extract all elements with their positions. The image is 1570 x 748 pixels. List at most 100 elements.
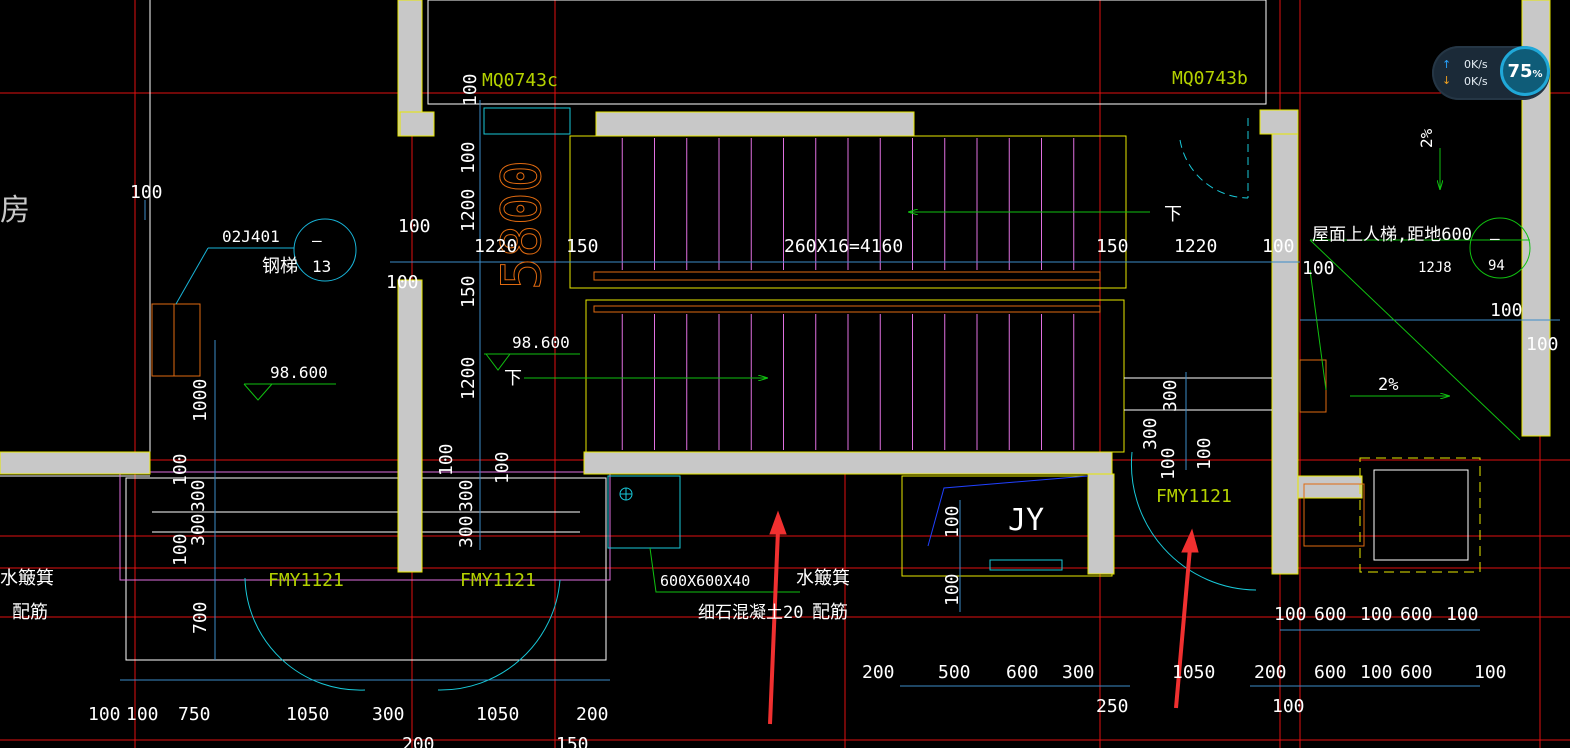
network-speed-widget[interactable]: ↑ 0K/s ↓ 0K/s 75% [1432, 46, 1550, 100]
dim-text: 100 [458, 141, 479, 174]
leaders [175, 148, 1530, 593]
dim-text: 150 [458, 275, 479, 308]
dim-text: 1200 [458, 189, 479, 232]
usage-percent-sign: % [1532, 68, 1543, 80]
dim-text: 100 [130, 182, 163, 203]
upload-arrow-icon: ↑ [1442, 58, 1452, 71]
door-label-mq0743b[interactable]: MQ0743b [1172, 68, 1248, 89]
dimension-5800: 5800 [490, 160, 553, 290]
dim-text: 100 [1194, 437, 1215, 470]
door-label-fmy1121-mid[interactable]: FMY1121 [460, 570, 536, 591]
slope-top: 2% [1417, 128, 1436, 148]
dim-text: 100 [386, 272, 419, 293]
dim-text: 100 [398, 216, 431, 237]
dim-text: 100 [492, 451, 513, 484]
grate-label-left: 水簸箕 [0, 568, 54, 589]
upload-rate: 0K/s [1464, 58, 1488, 71]
detail-ref-name: 钢梯 [262, 256, 298, 277]
dim-text: 600 [1314, 604, 1347, 625]
dim-text: 150 [1096, 236, 1129, 257]
detail-ref-dash: – [312, 231, 322, 250]
dim-text: 100 [1490, 300, 1523, 321]
pit-concrete: 细石混凝土20 [698, 603, 803, 623]
dim-text: 100 [1274, 604, 1307, 625]
detail-ref-code: 02J401 [222, 227, 280, 246]
download-rate: 0K/s [1464, 75, 1488, 88]
dim-text: 100 [942, 573, 963, 606]
elevation-left: 98.600 [270, 363, 328, 382]
dim-text: 100 [1272, 696, 1305, 717]
dim-text: 100 [1360, 662, 1393, 683]
dim-text: 200 [1254, 662, 1287, 683]
dim-text: 100 [436, 443, 457, 476]
dim-text: 200 [402, 734, 435, 748]
dim-text: 300 [1160, 379, 1181, 412]
dim-text: 100 [1262, 236, 1295, 257]
dim-text: 100 [1158, 447, 1179, 480]
cyan-details [244, 107, 1531, 691]
dim-text: 100 [126, 704, 159, 725]
dim-text: 750 [178, 704, 211, 725]
dim-text: 300 [188, 513, 209, 546]
dim-text: 600 [1400, 604, 1433, 625]
room-name-fragment: 房 [0, 193, 30, 228]
walls [0, 0, 1551, 575]
rebar-label-left: 配筋 [12, 602, 48, 623]
window-symbols [151, 303, 1327, 413]
door-label-mq0743c[interactable]: MQ0743c [482, 70, 558, 91]
usage-percent-value: 75 [1507, 60, 1533, 82]
door-label-fmy1121-right[interactable]: FMY1121 [1156, 486, 1232, 507]
dim-text: 200 [576, 704, 609, 725]
stair-formula: 260X16=4160 [784, 236, 903, 257]
dim-text: 1050 [1172, 662, 1215, 683]
roof-ladder-note: 屋面上人梯,距地600 [1312, 225, 1472, 245]
dim-text: 500 [938, 662, 971, 683]
dim-text: 1000 [190, 379, 211, 422]
dim-text: 100 [942, 505, 963, 538]
slope-right: 2% [1378, 375, 1398, 395]
elevation-mid: 98.600 [512, 333, 570, 352]
dim-text: 300 [456, 515, 477, 548]
dim-text: 700 [190, 601, 211, 634]
dim-text: 300 [188, 479, 209, 512]
room-jy: JY [1008, 503, 1044, 538]
dim-text: 100 [1360, 604, 1393, 625]
usage-percent-ring[interactable]: 75% [1500, 46, 1550, 96]
dim-text: 100 [1446, 604, 1479, 625]
dim-text: 300 [372, 704, 405, 725]
pit-size: 600X600X40 [660, 572, 750, 590]
dim-text: 150 [566, 236, 599, 257]
dim-text: 100 [1526, 334, 1559, 355]
dim-text: 1200 [458, 357, 479, 400]
dimension-lines [120, 100, 1560, 687]
dim-text: 1050 [286, 704, 329, 725]
dim-text: 600 [1400, 662, 1433, 683]
dim-text: 100 [460, 73, 481, 106]
dim-text: 300 [456, 479, 477, 512]
download-arrow-icon: ↓ [1442, 74, 1452, 87]
dim-text: 300 [1062, 662, 1095, 683]
dim-text: 600 [1006, 662, 1039, 683]
ladder-ref-code: 12J8 [1418, 260, 1452, 276]
dim-text: 1220 [1174, 236, 1217, 257]
dim-text: 100 [170, 533, 191, 566]
grate-label-right: 水簸箕 [796, 568, 850, 589]
stair-down-top: 下 [1164, 204, 1182, 225]
cad-drawing-canvas[interactable]: 房 MQ0743c MQ0743b FMY1121 FMY1121 FMY112… [0, 0, 1570, 748]
dim-text: 150 [556, 734, 589, 748]
dim-text: 100 [1302, 258, 1335, 279]
detail-ref-number: 13 [312, 257, 331, 276]
rebar-label-right: 配筋 [812, 602, 848, 623]
dim-text: 1050 [476, 704, 519, 725]
dim-text: 600 [1314, 662, 1347, 683]
dim-text: 300 [1140, 417, 1161, 450]
door-label-fmy1121-left[interactable]: FMY1121 [268, 570, 344, 591]
stair-down-left: 下 [504, 368, 522, 389]
ladder-ref-dash: – [1490, 229, 1500, 248]
dim-text: 1220 [474, 236, 517, 257]
dim-text: 100 [1474, 662, 1507, 683]
dim-text: 200 [862, 662, 895, 683]
ladder-ref-number: 94 [1488, 258, 1505, 274]
dim-text: 100 [88, 704, 121, 725]
dim-text: 250 [1096, 696, 1129, 717]
